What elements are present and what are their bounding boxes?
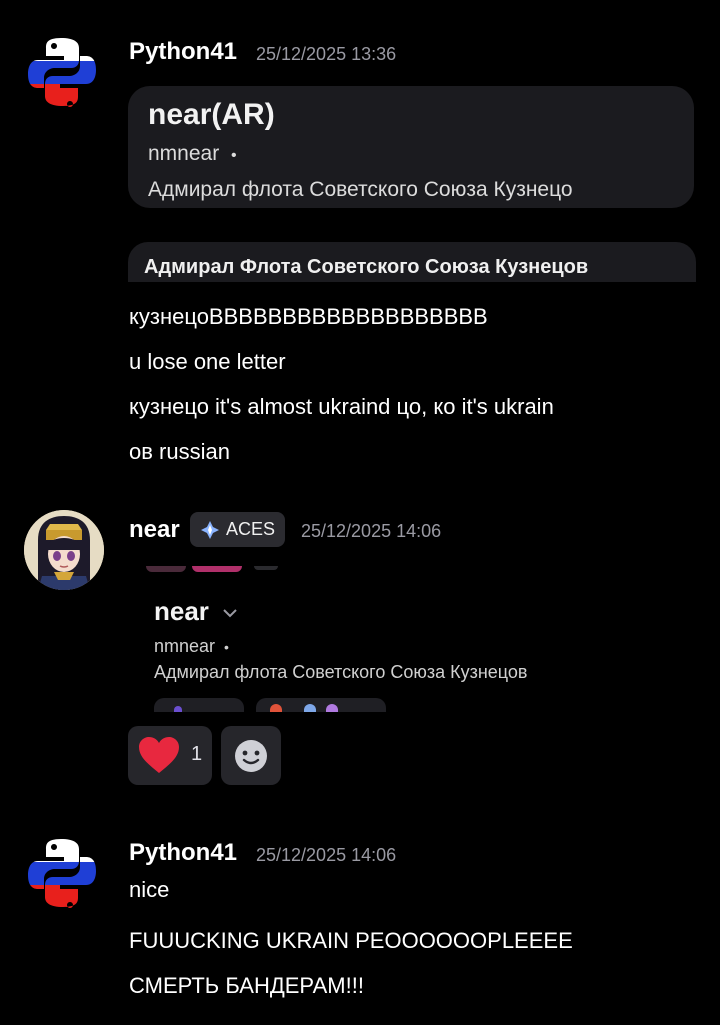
embed-strip-text: Адмирал Флота Советского Союза Кузнецов (144, 256, 589, 278)
separator-dot: • (231, 147, 237, 164)
badge-label: ACES (225, 519, 276, 539)
message-timestamp: 25/12/2025 13:36 (256, 44, 397, 64)
embed-display-name-text: near (154, 596, 209, 626)
message-line: FUUUCKING UKRAIN PEOOOOOOPLEEEE (129, 928, 573, 953)
embed-bio: Адмирал флота Советского Союза Кузнецо (148, 178, 573, 201)
profile-screenshot[interactable]: near nmnear • Адмирал флота Советского С… (142, 566, 528, 712)
avatar-near[interactable] (24, 510, 104, 590)
embed-username: nmnear • (154, 636, 229, 657)
add-reaction-button[interactable] (221, 726, 281, 785)
embed-username-text: nmnear (154, 636, 216, 656)
message-timestamp: 25/12/2025 14:06 (301, 521, 442, 541)
reaction-heart[interactable]: 1 (128, 726, 212, 785)
profile-embed[interactable]: near(AR) nmnear • Адмирал флота Советско… (128, 86, 694, 208)
embed-strip[interactable]: Адмирал Флота Советского Союза Кузнецов (128, 242, 696, 282)
cropped-banner (146, 566, 186, 572)
message-line: кузнецо it's almost ukraind цо, ко it's … (129, 394, 554, 419)
author-name[interactable]: near (129, 516, 180, 544)
anime-avatar-icon (24, 510, 104, 590)
python-flag-icon (28, 38, 96, 107)
python-flag-icon (28, 839, 96, 908)
emoji-smile-icon (235, 740, 267, 772)
chevron-down-icon (223, 609, 237, 618)
separator-dot: • (224, 639, 229, 655)
message-line: nice (129, 877, 170, 902)
author-name[interactable]: Python41 (129, 839, 237, 867)
message-line: кузнецоВВВВВВВВВВВВВВВВВВВ (129, 304, 488, 329)
message-line: u lose one letter (129, 349, 286, 374)
message-line: ов russian (129, 439, 230, 464)
author-name[interactable]: Python41 (129, 38, 237, 66)
embed-display-name: near(AR) (148, 98, 275, 131)
heart-icon (139, 737, 179, 773)
server-tag-badge[interactable]: ACES (190, 512, 285, 547)
message-line: СМЕРТЬ БАНДЕРАМ!!! (129, 973, 364, 998)
cropped-chip (154, 698, 244, 712)
cropped-banner-accent (192, 566, 242, 572)
avatar-python41[interactable] (24, 835, 100, 911)
cropped-chip (256, 698, 386, 712)
avatar-python41[interactable] (24, 34, 100, 110)
embed-username-text: nmnear (148, 142, 220, 165)
embed-bio: Адмирал флота Советского Союза Кузнецов (154, 662, 528, 682)
embed-display-name: near (154, 596, 238, 627)
embed-username: nmnear • (148, 142, 237, 166)
diamond-icon (200, 520, 219, 539)
reaction-count: 1 (191, 743, 203, 765)
cropped-avatar-edge (254, 566, 278, 570)
message-timestamp: 25/12/2025 14:06 (256, 845, 397, 865)
